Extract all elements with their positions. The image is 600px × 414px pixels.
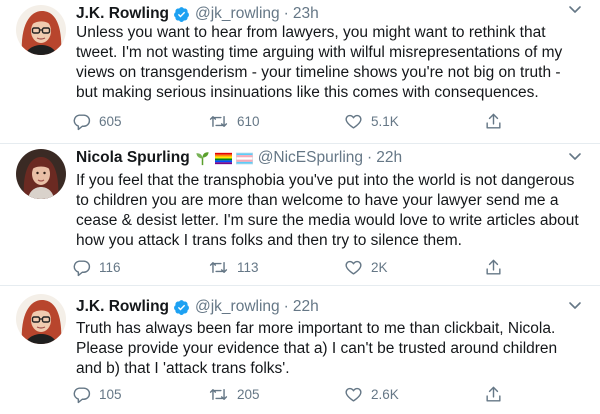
reply-icon bbox=[73, 260, 91, 277]
tweet[interactable]: J.K. Rowling @jk_rowling · 23h Unless yo… bbox=[0, 0, 600, 144]
like-button[interactable]: 5.1K bbox=[344, 112, 399, 131]
verified-badge-icon bbox=[173, 299, 190, 316]
retweet-icon bbox=[209, 116, 228, 127]
chevron-down-icon[interactable] bbox=[568, 2, 582, 21]
reply-count: 605 bbox=[99, 114, 122, 129]
reply-button[interactable]: 105 bbox=[72, 385, 122, 404]
avatar-image bbox=[16, 5, 66, 55]
share-icon bbox=[486, 386, 501, 402]
author-handle[interactable]: @NicESpurling bbox=[258, 149, 363, 167]
tweet[interactable]: Nicola Spurling @NicESpurling · 22h If y… bbox=[0, 143, 600, 286]
heart-icon bbox=[345, 260, 362, 275]
reply-count: 116 bbox=[99, 260, 121, 275]
tweet-actions: 105 205 2.6K bbox=[72, 385, 512, 405]
like-count: 5.1K bbox=[371, 114, 399, 129]
avatar[interactable] bbox=[16, 149, 66, 199]
avatar-image bbox=[16, 294, 66, 344]
author-name[interactable]: J.K. Rowling bbox=[76, 5, 169, 23]
retweet-button[interactable]: 205 bbox=[208, 385, 260, 404]
tweet-header: Nicola Spurling @NicESpurling · 22h bbox=[76, 147, 402, 169]
verified-badge-icon bbox=[173, 6, 190, 23]
retweet-count: 610 bbox=[237, 114, 260, 129]
rainbow-flag-icon bbox=[214, 152, 232, 165]
chevron-down-icon[interactable] bbox=[568, 298, 582, 317]
tweet-text: If you feel that the transphobia you've … bbox=[76, 172, 579, 249]
like-button[interactable]: 2K bbox=[344, 258, 388, 277]
separator: · bbox=[367, 149, 373, 166]
separator: · bbox=[283, 5, 289, 22]
tweet-actions: 116 113 2K bbox=[72, 258, 512, 278]
tweet-actions: 605 610 5.1K bbox=[72, 112, 512, 132]
heart-icon bbox=[345, 114, 362, 129]
tweet-header: J.K. Rowling @jk_rowling · 22h bbox=[76, 296, 319, 318]
share-icon bbox=[486, 259, 501, 275]
share-button[interactable] bbox=[484, 385, 503, 404]
reply-icon bbox=[73, 387, 91, 404]
like-button[interactable]: 2.6K bbox=[344, 385, 399, 404]
avatar[interactable] bbox=[16, 5, 66, 55]
separator: · bbox=[283, 298, 289, 315]
reply-button[interactable]: 116 bbox=[72, 258, 121, 277]
transgender-flag-icon bbox=[235, 152, 253, 165]
reply-icon bbox=[73, 114, 91, 131]
retweet-icon bbox=[209, 262, 228, 273]
like-count: 2K bbox=[371, 260, 388, 275]
timestamp[interactable]: 22h bbox=[293, 298, 319, 316]
retweet-count: 113 bbox=[237, 260, 259, 275]
author-handle[interactable]: @jk_rowling bbox=[195, 5, 280, 23]
retweet-button[interactable]: 113 bbox=[208, 258, 259, 277]
tweet-text: Unless you want to hear from lawyers, yo… bbox=[76, 24, 563, 101]
retweet-button[interactable]: 610 bbox=[208, 112, 260, 131]
timestamp[interactable]: 23h bbox=[293, 5, 319, 23]
retweet-count: 205 bbox=[237, 387, 260, 402]
avatar-image bbox=[16, 149, 66, 199]
share-button[interactable] bbox=[484, 258, 503, 277]
author-name[interactable]: Nicola Spurling bbox=[76, 149, 190, 167]
tweet-timeline: J.K. Rowling @jk_rowling · 23h Unless yo… bbox=[0, 0, 600, 414]
reply-count: 105 bbox=[99, 387, 122, 402]
tweet-text: Truth has always been far more important… bbox=[76, 320, 558, 377]
avatar[interactable] bbox=[16, 294, 66, 344]
tweet-header: J.K. Rowling @jk_rowling · 23h bbox=[76, 3, 319, 25]
chevron-down-icon[interactable] bbox=[568, 149, 582, 168]
author-name[interactable]: J.K. Rowling bbox=[76, 298, 169, 316]
seedling-icon bbox=[194, 150, 211, 167]
like-count: 2.6K bbox=[371, 387, 399, 402]
retweet-icon bbox=[209, 389, 228, 400]
timestamp[interactable]: 22h bbox=[376, 149, 402, 167]
share-icon bbox=[486, 113, 501, 129]
author-handle[interactable]: @jk_rowling bbox=[195, 298, 280, 316]
reply-button[interactable]: 605 bbox=[72, 112, 122, 131]
share-button[interactable] bbox=[484, 112, 503, 131]
heart-icon bbox=[345, 387, 362, 402]
tweet[interactable]: J.K. Rowling @jk_rowling · 22h Truth has… bbox=[0, 285, 600, 414]
